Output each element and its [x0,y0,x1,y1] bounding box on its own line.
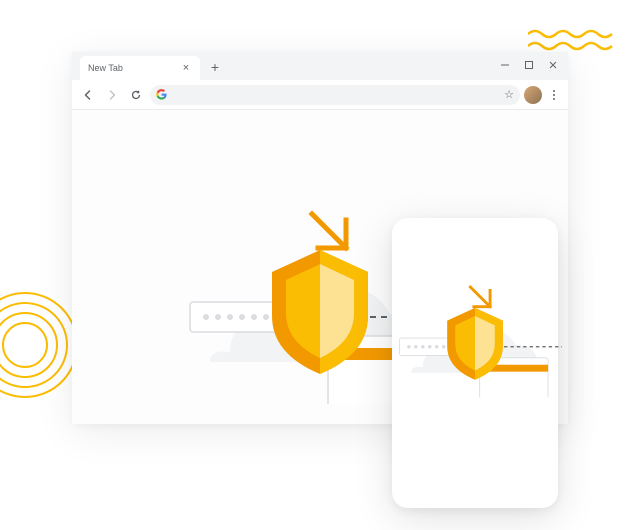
forward-button[interactable] [102,85,122,105]
google-g-icon [156,89,167,100]
toolbar: ☆ [72,80,568,110]
decorative-wavy-line [528,28,618,52]
close-tab-icon[interactable]: × [180,62,192,74]
omnibox-input[interactable] [172,89,499,100]
back-button[interactable] [78,85,98,105]
security-illustration-mobile [376,258,573,397]
tab-new-tab[interactable]: New Tab × [80,56,200,80]
tab-title: New Tab [88,63,180,73]
bookmark-star-icon[interactable]: ☆ [504,88,514,101]
minimize-icon[interactable] [496,56,514,74]
avatar[interactable] [524,86,542,104]
phone-device [392,218,558,508]
window-controls [496,56,562,74]
close-window-icon[interactable] [544,56,562,74]
tab-strip: New Tab × + [72,52,568,80]
reload-button[interactable] [126,85,146,105]
decorative-circles [0,290,80,400]
menu-button[interactable] [546,90,562,100]
maximize-icon[interactable] [520,56,538,74]
canvas: New Tab × + [0,0,626,530]
new-tab-button[interactable]: + [204,56,226,78]
omnibox[interactable]: ☆ [150,85,520,105]
